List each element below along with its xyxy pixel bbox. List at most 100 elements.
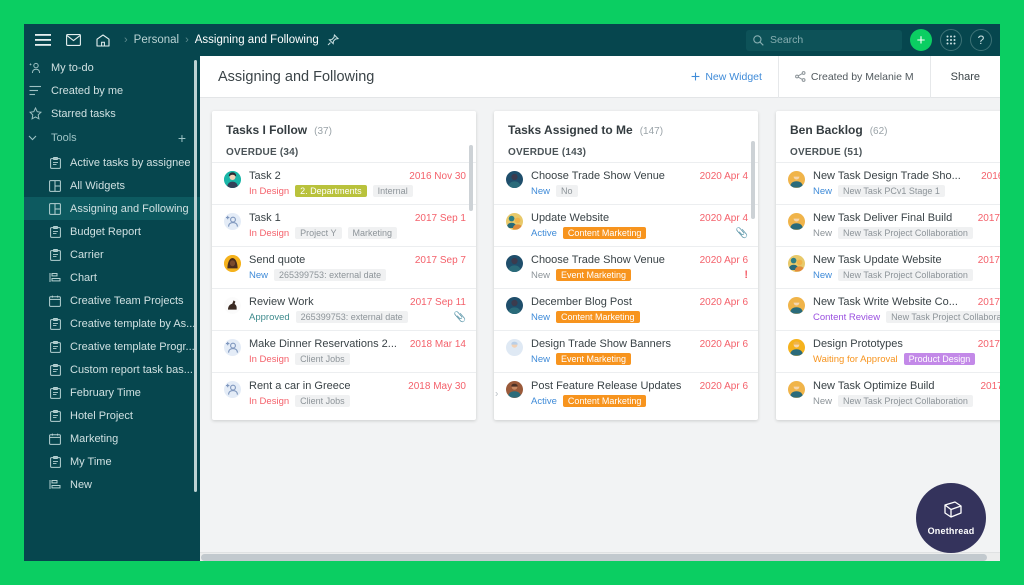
attachment-icon: 📎 xyxy=(453,311,466,323)
sidebar-item-chart[interactable]: Chart xyxy=(24,266,200,289)
task-indicators: ! xyxy=(744,269,748,281)
share-button[interactable]: Share xyxy=(929,55,1000,98)
home-icon[interactable] xyxy=(88,25,118,55)
task-row[interactable]: New Task Design Trade Sho...2016 Oct 1Ne… xyxy=(776,162,1000,204)
sidebar-item-created-by-me[interactable]: Created by me xyxy=(24,79,200,102)
breadcrumb-separator-2: › xyxy=(185,34,189,46)
task-meta-row: New No xyxy=(531,185,748,197)
task-body: Choose Trade Show Venue 2020 Apr 6 New Even… xyxy=(531,254,748,281)
sidebar-item-active-tasks-by-assignee[interactable]: Active tasks by assignee xyxy=(24,151,200,174)
task-body: December Blog Post 2020 Apr 6 New Content M… xyxy=(531,296,748,323)
sidebar-item-all-widgets[interactable]: All Widgets xyxy=(24,174,200,197)
task-row[interactable]: Choose Trade Show Venue 2020 Apr 6 New Even… xyxy=(494,246,758,288)
add-tool-button[interactable]: + xyxy=(178,130,186,146)
task-row[interactable]: Task 1 2017 Sep 1 In Design Project Y Market… xyxy=(212,204,476,246)
breadcrumb-personal[interactable]: Personal xyxy=(134,34,179,46)
task-meta-row: New Event Marketing xyxy=(531,353,748,365)
sidebar-item-starred-tasks[interactable]: Starred tasks xyxy=(24,102,200,125)
widget-card: Tasks Assigned to Me (147) OVERDUE (143) Ch… xyxy=(494,111,758,420)
task-row[interactable]: Choose Trade Show Venue 2020 Apr 4 New No xyxy=(494,162,758,204)
widget-card-scrollbar[interactable] xyxy=(469,145,473,211)
pin-icon[interactable] xyxy=(327,34,339,46)
envelope-icon[interactable] xyxy=(58,25,88,55)
task-body: New Task Deliver Final Build2017 May 1Ne… xyxy=(813,212,1000,239)
task-row[interactable]: › Post Feature Release Updates 2020 Apr 6 A… xyxy=(494,372,758,414)
onethread-watermark[interactable]: Onethread xyxy=(916,483,986,553)
task-row[interactable]: Design Prototypes 2017 May 3 Waiting for A… xyxy=(776,330,1000,372)
task-tag: New Task Project Collaboration xyxy=(838,395,973,407)
task-body: Design Prototypes 2017 May 3 Waiting for A… xyxy=(813,338,1000,365)
question-circle-icon[interactable]: ? xyxy=(970,29,992,51)
onethread-logo-icon xyxy=(938,500,964,524)
sidebar-item-custom-report-task-bas[interactable]: Custom report task bas... xyxy=(24,358,200,381)
task-title-row: New Task Design Trade Sho... 2016 Oct 1 xyxy=(813,170,1000,182)
created-by-button[interactable]: Created by Melanie M xyxy=(777,55,930,98)
board-horizontal-scrollbar[interactable] xyxy=(200,552,1000,561)
task-row[interactable]: New Task Deliver Final Build2017 May 1Ne… xyxy=(776,204,1000,246)
grid-apps-icon[interactable] xyxy=(940,29,962,51)
task-body: Task 1 2017 Sep 1 In Design Project Y Market… xyxy=(249,212,466,239)
sidebar-item-february-time[interactable]: February Time xyxy=(24,381,200,404)
widget-card-scrollbar[interactable] xyxy=(751,141,755,219)
task-row[interactable]: Send quote 2017 Sep 7 New 265399753: extern… xyxy=(212,246,476,288)
sidebar-item-creative-template-progr[interactable]: Creative template Progr... xyxy=(24,335,200,358)
task-due-date: 2020 Apr 6 xyxy=(699,339,748,350)
sidebar-item-label: Assigning and Following xyxy=(70,202,189,215)
sidebar-item-marketing[interactable]: Marketing xyxy=(24,427,200,450)
sidebar-item-hotel-project[interactable]: Hotel Project xyxy=(24,404,200,427)
sidebar-item-budget-report[interactable]: Budget Report xyxy=(24,220,200,243)
sidebar-scrollbar[interactable] xyxy=(194,60,197,492)
task-row[interactable]: Make Dinner Reservations 2... 2018 Mar 14… xyxy=(212,330,476,372)
task-name: Make Dinner Reservations 2... xyxy=(249,338,397,350)
task-row[interactable]: Design Trade Show Banners 2020 Apr 6 New Ev… xyxy=(494,330,758,372)
hamburger-icon[interactable] xyxy=(28,25,58,55)
task-meta-row: New New Task Project Collaboration xyxy=(813,395,1000,407)
search-input[interactable]: Search xyxy=(746,29,902,51)
new-widget-label: New Widget xyxy=(705,70,762,83)
top-bar: › Personal › Assigning and Following Sea… xyxy=(24,24,1000,56)
sidebar-item-creative-template-by-as[interactable]: Creative template by As... xyxy=(24,312,200,335)
board-scroll-thumb[interactable] xyxy=(201,554,987,561)
avatar xyxy=(224,255,241,272)
sidebar-item-label: Created by me xyxy=(51,84,124,97)
task-row[interactable]: New Task Optimize Build 2017 Jun 1 New New … xyxy=(776,372,1000,414)
sidebar-item-new[interactable]: New xyxy=(24,473,200,496)
task-status: In Design xyxy=(249,353,290,365)
task-row[interactable]: December Blog Post 2020 Apr 6 New Content M… xyxy=(494,288,758,330)
sidebar-item-label: Custom report task bas... xyxy=(70,363,193,376)
report-icon xyxy=(48,156,62,169)
task-due-date: 2020 Apr 4 xyxy=(699,171,748,182)
sidebar-item-my-todo[interactable]: My to-do xyxy=(24,56,200,79)
breadcrumb-current[interactable]: Assigning and Following xyxy=(195,34,319,46)
chevron-right-icon[interactable]: › xyxy=(495,388,498,399)
overdue-section-header: OVERDUE (51) xyxy=(790,147,863,158)
task-tag: Event Marketing xyxy=(556,269,632,281)
task-row[interactable]: Task 2 2016 Nov 30 In Design 2. Departments… xyxy=(212,162,476,204)
task-status: In Design xyxy=(249,395,290,407)
task-name: Review Work xyxy=(249,296,314,308)
task-indicators: 📎 xyxy=(454,312,466,323)
task-due-date: 2020 Apr 6 xyxy=(699,255,748,266)
sidebar-item-assigning-and-following[interactable]: Assigning and Following xyxy=(24,197,200,220)
task-row[interactable]: New Task Update Website 2017 May 1 New New … xyxy=(776,246,1000,288)
task-row[interactable]: Update Website 2020 Apr 4 Active Content Ma… xyxy=(494,204,758,246)
sidebar-item-my-time[interactable]: My Time xyxy=(24,450,200,473)
task-name: New Task Write Website Co... xyxy=(813,296,958,308)
task-row[interactable]: Rent a car in Greece 2018 May 30 In Design… xyxy=(212,372,476,414)
task-status: New xyxy=(249,269,269,281)
share-node-icon xyxy=(795,71,806,82)
new-widget-button[interactable]: New Widget xyxy=(675,56,778,98)
task-indicators: 📎 xyxy=(736,228,748,239)
task-row[interactable]: New Task Write Website Co... 2017 May 1 Co… xyxy=(776,288,1000,330)
sidebar-item-creative-team-projects[interactable]: Creative Team Projects xyxy=(24,289,200,312)
add-button[interactable]: + xyxy=(910,29,932,51)
sidebar-item-label: February Time xyxy=(70,386,141,399)
sidebar-item-carrier[interactable]: Carrier xyxy=(24,243,200,266)
task-row[interactable]: Review Work 2017 Sep 11 Approved 265399753:… xyxy=(212,288,476,330)
avatar xyxy=(224,297,241,314)
task-title-row: New Task Write Website Co... 2017 May 1 xyxy=(813,296,1000,308)
sidebar-group-tools[interactable]: Tools + xyxy=(24,125,200,151)
widget-card: Tasks I Follow (37) OVERDUE (34) Task 2 2016… xyxy=(212,111,476,420)
overdue-section-header: OVERDUE (143) xyxy=(508,147,587,158)
sidebar-item-label: Creative template Progr... xyxy=(70,340,195,353)
